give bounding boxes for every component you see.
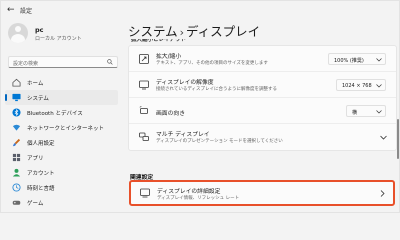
sidebar-item-label: 個人用設定 — [27, 141, 55, 147]
chevron-down-icon — [376, 110, 382, 114]
home-icon — [12, 78, 21, 87]
avatar-head-icon — [15, 26, 21, 32]
wifi-icon — [12, 124, 21, 131]
breadcrumb-separator: › — [179, 26, 185, 39]
multi-display-icon — [139, 132, 149, 141]
display-info-icon — [140, 188, 150, 198]
back-arrow-icon[interactable]: ← — [7, 5, 15, 15]
sidebar-item-label: システム — [27, 96, 49, 102]
setting-subtitle: ディスプレイ情報、リフレッシュ レート — [157, 196, 240, 201]
avatar[interactable] — [8, 23, 28, 43]
setting-title: マルチ ディスプレイ — [156, 132, 210, 138]
sidebar-item-apps[interactable]: アプリ — [5, 150, 118, 165]
nav-list: ホーム システム Bluetooth とデバイス ネットワークとインターネット … — [5, 75, 118, 210]
scrollbar[interactable] — [397, 49, 399, 169]
sidebar-item-label: ホーム — [27, 81, 44, 87]
sidebar-item-label: ゲーム — [27, 201, 44, 207]
search-placeholder: 設定の検索 — [13, 61, 39, 67]
setting-subtitle: テキスト、アプリ、その他の項目のサイズを変更します — [156, 61, 268, 66]
brush-icon — [12, 138, 21, 147]
sidebar-item-system[interactable]: システム — [5, 90, 118, 105]
setting-subtitle: 接続されているディスプレイに合うように解像度を調整する — [156, 87, 278, 92]
sidebar-item-time-language[interactable]: 時刻と言語 — [5, 180, 118, 195]
sidebar-item-label: アプリ — [27, 156, 44, 162]
sidebar-item-home[interactable]: ホーム — [5, 75, 118, 90]
breadcrumb: システム › ディスプレイ — [128, 21, 260, 40]
user-account-type: ローカル アカウント — [35, 36, 82, 42]
chevron-down-icon — [376, 84, 382, 88]
sidebar: pc ローカル アカウント 設定の検索 ホーム システム Bluetooth と… — [1, 19, 121, 214]
orientation-icon — [139, 106, 148, 114]
sidebar-item-personalization[interactable]: 個人用設定 — [5, 135, 118, 150]
setting-row-multi-display[interactable]: マルチ ディスプレイ ディスプレイのプレゼンテーション モードを選択してください — [129, 124, 396, 150]
setting-row-resolution[interactable]: ディスプレイの解像度 接続されているディスプレイに合うように解像度を調整する 1… — [129, 72, 396, 98]
setting-title: ディスプレイの詳細設定 — [157, 189, 221, 195]
setting-title: 拡大/縮小 — [156, 54, 182, 60]
search-icon — [107, 59, 113, 65]
gamepad-icon — [12, 200, 21, 205]
sidebar-item-label: Bluetooth とデバイス — [27, 111, 83, 117]
section-heading-scale-layout: 拡大縮小とレイアウト — [131, 39, 187, 43]
resolution-dropdown[interactable]: 1024 × 768 — [336, 79, 386, 91]
scale-icon — [139, 54, 149, 64]
display-settings-group: 拡大/縮小 テキスト、アプリ、その他の項目のサイズを変更します 100% (推奨… — [128, 45, 397, 151]
chevron-down-icon[interactable] — [380, 135, 387, 140]
scale-dropdown[interactable]: 100% (推奨) — [328, 53, 386, 65]
sidebar-item-label: アカウント — [27, 171, 55, 177]
page-title: ディスプレイ — [186, 24, 261, 39]
setting-row-scale[interactable]: 拡大/縮小 テキスト、アプリ、その他の項目のサイズを変更します 100% (推奨… — [129, 46, 396, 72]
setting-subtitle: ディスプレイのプレゼンテーション モードを選択してください — [156, 139, 283, 144]
search-input[interactable]: 設定の検索 — [8, 56, 118, 68]
account-icon — [12, 168, 21, 177]
apps-icon — [12, 153, 21, 162]
resolution-icon — [139, 80, 149, 90]
sidebar-item-gaming[interactable]: ゲーム — [5, 195, 118, 210]
orientation-dropdown[interactable]: 横 — [346, 105, 386, 117]
chevron-right-icon — [380, 190, 385, 197]
title-bar: ← 設定 — [1, 1, 400, 19]
dropdown-value: 100% (推奨) — [334, 58, 364, 64]
globe-clock-icon — [12, 183, 21, 192]
sidebar-item-accounts[interactable]: アカウント — [5, 165, 118, 180]
user-name: pc — [35, 26, 44, 34]
setting-row-orientation[interactable]: 画面の向き 横 — [129, 98, 396, 124]
bluetooth-icon — [12, 108, 21, 117]
dropdown-value: 1024 × 768 — [342, 83, 372, 89]
dropdown-value: 横 — [352, 110, 358, 116]
sidebar-item-network[interactable]: ネットワークとインターネット — [5, 120, 118, 135]
sidebar-item-label: 時刻と言語 — [27, 186, 55, 192]
breadcrumb-parent[interactable]: システム — [128, 24, 178, 39]
advanced-display-settings-row[interactable]: ディスプレイの詳細設定 ディスプレイ情報、リフレッシュ レート — [129, 180, 395, 206]
settings-window: ← 設定 pc ローカル アカウント 設定の検索 ホーム システム Blueto… — [0, 0, 400, 213]
sidebar-item-label: ネットワークとインターネット — [27, 126, 105, 132]
avatar-body-icon — [11, 34, 25, 43]
app-title: 設定 — [20, 8, 33, 15]
main-content: システム › ディスプレイ 拡大縮小とレイアウト 拡大/縮小 テキスト、アプリ、その… — [121, 19, 400, 214]
sidebar-item-bluetooth[interactable]: Bluetooth とデバイス — [5, 105, 118, 120]
setting-title: ディスプレイの解像度 — [156, 80, 214, 86]
setting-title: 画面の向き — [156, 111, 185, 117]
chevron-down-icon — [376, 58, 382, 62]
scrollbar-thumb[interactable] — [397, 119, 399, 159]
monitor-icon — [12, 93, 21, 102]
